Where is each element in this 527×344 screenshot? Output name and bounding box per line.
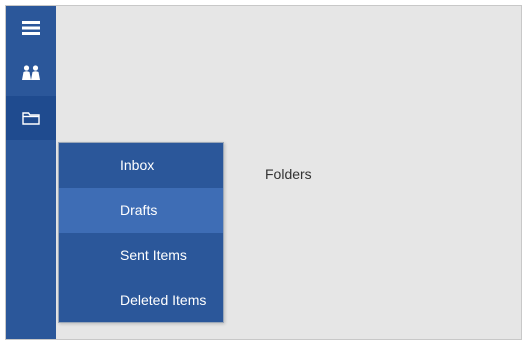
navigation-rail — [6, 6, 56, 339]
menu-item-inbox[interactable]: Inbox — [59, 143, 223, 188]
folder-icon — [22, 111, 40, 125]
people-button[interactable] — [6, 51, 56, 95]
app-window: Folders Inbox Drafts Sent Items Deleted … — [5, 5, 522, 340]
hamburger-menu-button[interactable] — [6, 6, 56, 50]
folders-flyout-menu: Inbox Drafts Sent Items Deleted Items — [58, 142, 224, 323]
hamburger-menu-icon — [22, 20, 40, 36]
page-title: Folders — [265, 166, 312, 182]
people-icon — [21, 65, 41, 81]
folders-button[interactable] — [6, 96, 56, 140]
menu-item-deleted-items[interactable]: Deleted Items — [59, 278, 223, 323]
menu-item-sent-items[interactable]: Sent Items — [59, 233, 223, 278]
menu-item-drafts[interactable]: Drafts — [59, 188, 223, 233]
